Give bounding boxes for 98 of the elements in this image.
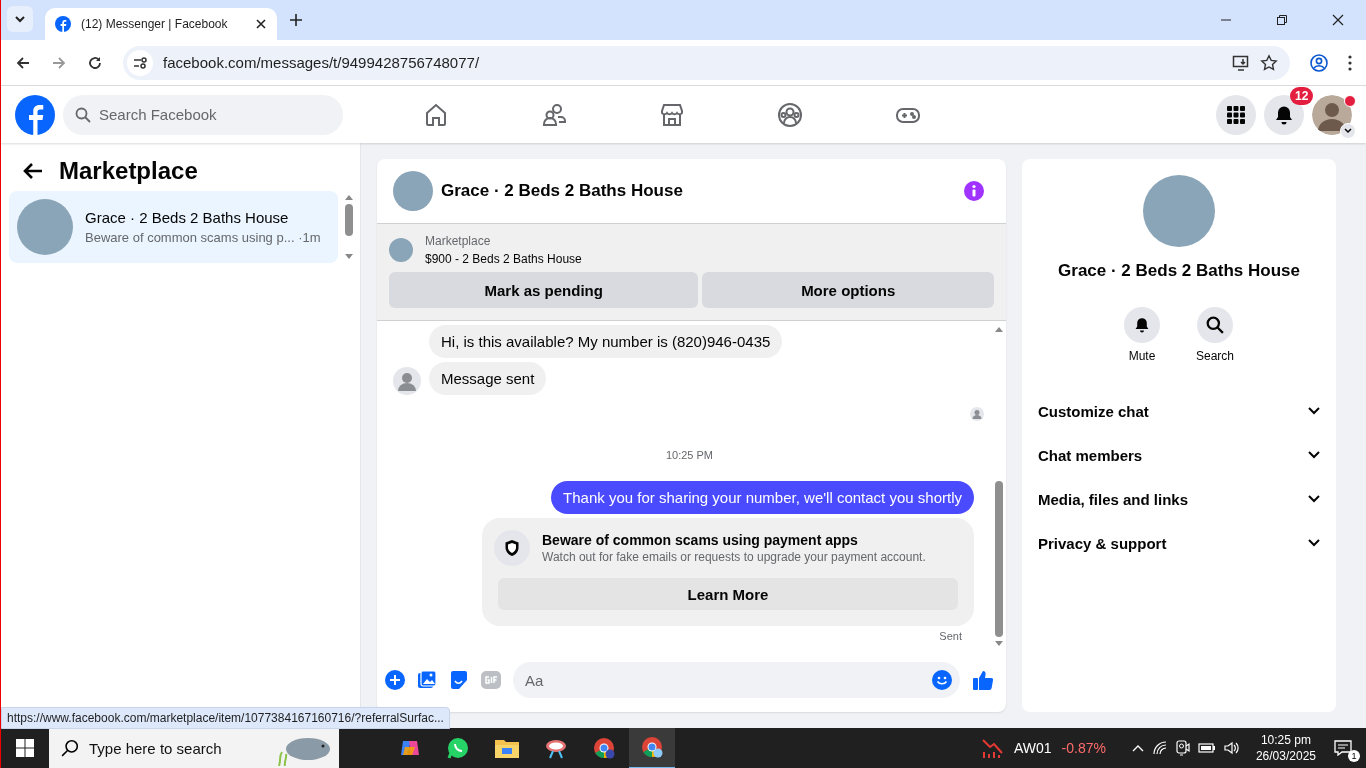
menu-icon[interactable] — [1348, 54, 1352, 71]
back-icon[interactable] — [23, 162, 43, 180]
action-label: Search — [1196, 349, 1234, 363]
info-section[interactable]: Chat members — [1038, 433, 1320, 477]
site-settings-icon[interactable] — [127, 49, 153, 76]
back-icon[interactable] — [15, 54, 31, 71]
clock[interactable]: 10:25 pm 26/03/2025 — [1255, 732, 1316, 764]
info-section[interactable]: Media, files and links — [1038, 477, 1320, 521]
scroll-up-icon[interactable] — [995, 327, 1003, 332]
link-preview-tooltip: https://www.facebook.com/marketplace/item/1077384167160716/?referralSurfac... — [1, 707, 450, 729]
speaker-icon[interactable] — [1223, 741, 1240, 755]
facebook-logo-icon[interactable] — [15, 94, 55, 135]
scroll-down-icon[interactable] — [995, 641, 1003, 646]
photo-placeholder — [17, 199, 73, 255]
listing-action-button[interactable]: More options — [702, 272, 994, 308]
mute-button[interactable] — [1124, 307, 1160, 343]
search-icon — [1206, 316, 1224, 334]
info-section[interactable]: Customize chat — [1038, 389, 1320, 433]
notice-text: Watch out for fake emails or requests to upgrade your payment account. — [542, 550, 926, 564]
app-icon[interactable] — [545, 737, 567, 759]
shop-icon[interactable] — [659, 101, 685, 128]
action-label: Mute — [1128, 349, 1156, 363]
sticker-icon[interactable] — [449, 670, 469, 690]
message-bubble: Thank you for sharing your number, we'll contact you shortly — [551, 481, 974, 514]
stock-change: -0.87% — [1061, 740, 1106, 756]
notification-count: 1 — [1348, 750, 1360, 762]
bell-icon — [1274, 104, 1294, 125]
new-tab-icon[interactable] — [289, 13, 303, 27]
address-bar[interactable]: facebook.com/messages/t/9499428756748077/ — [123, 45, 1290, 80]
conversation-title: Grace · 2 Beds 2 Baths House — [85, 209, 290, 226]
group-icon[interactable] — [777, 101, 803, 128]
stock-symbol: AW01 — [1013, 740, 1052, 756]
search-field[interactable]: Search Facebook — [63, 94, 343, 135]
search-button[interactable] — [1197, 307, 1233, 343]
home-icon[interactable] — [423, 101, 449, 128]
photo-placeholder — [389, 238, 413, 262]
folder-icon[interactable] — [495, 738, 519, 758]
chevron-icon[interactable] — [1308, 407, 1320, 415]
photo-placeholder — [393, 171, 433, 211]
chat-title: Grace · 2 Beds 2 Baths House — [441, 181, 683, 201]
apps-menu-button[interactable] — [1216, 94, 1256, 135]
info-icon[interactable] — [964, 181, 984, 201]
conversation-item[interactable]: Grace · 2 Beds 2 Baths House Beware of common scams using p... ·1m — [9, 191, 338, 263]
stock-chart-icon[interactable] — [981, 738, 1004, 758]
camera-icon[interactable] — [1175, 740, 1190, 756]
scroll-up-icon[interactable] — [345, 195, 353, 200]
profile-icon[interactable] — [1310, 53, 1328, 72]
forward-icon[interactable] — [51, 54, 67, 71]
info-section[interactable]: Privacy & support — [1038, 521, 1320, 565]
restore-icon[interactable] — [1276, 14, 1288, 26]
browser-tab[interactable]: (12) Messenger | Facebook — [45, 8, 277, 40]
chevron-icon[interactable] — [1308, 451, 1320, 459]
chrome-icon[interactable] — [593, 737, 615, 759]
scroll-down-icon[interactable] — [345, 254, 353, 259]
listing-title[interactable]: $900 - 2 Beds 2 Baths House — [425, 252, 582, 266]
chevron-icon[interactable] — [1308, 495, 1320, 503]
listing-action-button[interactable]: Mark as pending — [389, 272, 699, 308]
listing-label: Marketplace — [425, 234, 492, 248]
notification-center-icon[interactable] — [1334, 740, 1352, 756]
notice-title: Beware of common scams using payment apps — [542, 532, 859, 548]
battery-icon[interactable] — [1197, 742, 1216, 754]
close-icon[interactable] — [255, 18, 267, 30]
wifi-icon[interactable] — [1151, 741, 1168, 755]
image-icon[interactable] — [417, 670, 437, 690]
close-icon[interactable] — [1332, 14, 1344, 26]
search-icon — [61, 739, 79, 757]
grid-icon — [1227, 105, 1245, 124]
people-icon[interactable] — [541, 101, 567, 128]
thumbs-up-icon[interactable] — [972, 669, 994, 691]
seen-avatar-icon — [970, 407, 984, 421]
status-dot — [1344, 94, 1356, 107]
message-status: Sent — [939, 630, 963, 642]
message-bubble: Hi, is this available? My number is (820)946-0435 — [429, 325, 783, 358]
sidebar-title: Marketplace — [59, 157, 198, 185]
timestamp: 10:25 PM — [665, 448, 714, 463]
bell-icon — [1134, 317, 1150, 333]
bookmark-star-icon[interactable] — [1260, 53, 1278, 72]
chevron-up-icon[interactable] — [1131, 744, 1144, 752]
search-icon — [75, 106, 91, 123]
message-field[interactable]: Aa — [513, 662, 960, 698]
shield-icon — [494, 530, 530, 566]
reload-icon[interactable] — [87, 54, 103, 71]
message-preview: Beware of common scams using p... — [85, 230, 295, 245]
conversation-name: Grace · 2 Beds 2 Baths House — [1058, 261, 1300, 281]
tab-search-button[interactable] — [7, 6, 33, 32]
install-app-icon[interactable] — [1232, 53, 1250, 72]
facebook-logo-icon — [55, 16, 71, 32]
chrome-icon[interactable] — [629, 727, 675, 768]
emoji-icon[interactable] — [932, 670, 952, 690]
learn-more-button[interactable]: Learn More — [498, 578, 958, 610]
whatsapp-icon[interactable] — [447, 737, 469, 759]
chevron-down-icon — [14, 13, 26, 25]
notification-count: 12 — [1290, 86, 1314, 105]
message-time: ·1m — [298, 230, 321, 245]
message-bubble: Message sent — [429, 362, 547, 395]
chevron-icon[interactable] — [1308, 539, 1320, 547]
plus-icon[interactable] — [385, 670, 405, 690]
windows-start-icon[interactable] — [16, 739, 34, 757]
